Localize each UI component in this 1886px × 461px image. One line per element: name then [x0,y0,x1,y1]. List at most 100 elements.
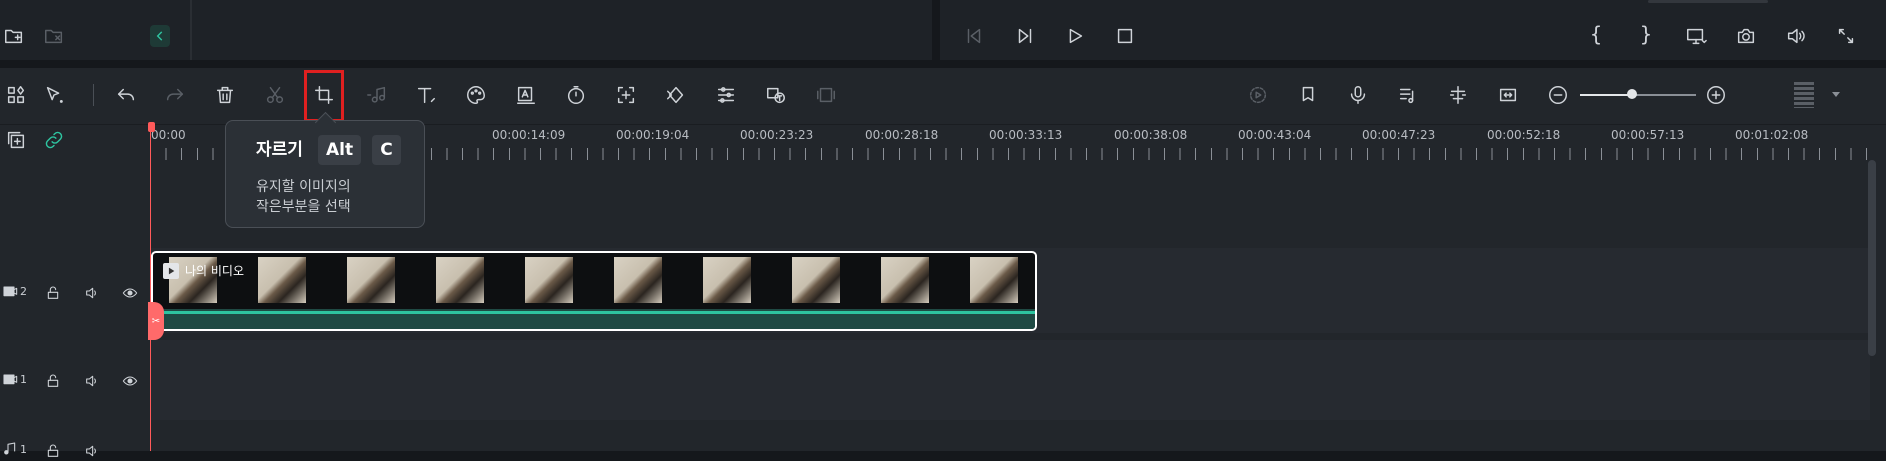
ruler-time-label: 00:00:14:09 [492,128,566,142]
ruler-time-label: 00:00:33:13 [989,128,1063,142]
fit-timeline-icon[interactable] [1496,83,1520,107]
ruler-time-label: 00:00:43:04 [1238,128,1312,142]
color-palette-icon[interactable] [464,83,488,107]
ruler-time-label: 00:00:19:04 [616,128,690,142]
clip-thumbnail [703,257,751,303]
text-icon[interactable] [414,83,438,107]
keyframe-icon[interactable] [664,83,688,107]
film-strip-icon[interactable] [814,83,838,107]
track-volume-icon[interactable] [82,371,102,391]
undo-icon[interactable] [114,83,138,107]
clip-thumbnail [614,257,662,303]
video-track-icon [0,369,20,389]
more-options-chevron-icon[interactable] [1832,92,1840,97]
play-icon[interactable] [1063,24,1087,48]
vertical-scrollbar[interactable] [1868,160,1876,356]
crop-icon[interactable] [312,83,336,107]
playhead-handle[interactable] [148,122,155,132]
ruler-time-label: 00:01:02:08 [1735,128,1809,142]
ruler-time-label: 00:00 [151,128,186,142]
track-row-video-1 [150,340,1870,420]
ruler-time-label: 00:00:23:23 [740,128,814,142]
zoom-in-icon[interactable] [1704,83,1728,107]
ruler-time-label: 00:00:28:18 [865,128,939,142]
split-scissors-icon[interactable] [263,83,287,107]
remove-folder-icon[interactable] [42,24,66,48]
fullscreen-icon[interactable] [1834,24,1858,48]
track-number: 1 [20,373,27,386]
microphone-icon[interactable] [1346,83,1370,107]
layout-icon[interactable] [4,83,28,107]
clip-play-icon [163,263,179,279]
select-tool-icon[interactable] [42,83,66,107]
lock-icon[interactable] [43,441,63,461]
audio-track-icon [0,439,20,459]
ai-text-icon[interactable] [514,83,538,107]
delete-icon[interactable] [213,83,237,107]
ruler-time-label: 00:00:57:13 [1611,128,1685,142]
eye-icon[interactable] [120,371,140,391]
add-frame-icon[interactable] [614,83,638,107]
add-track-icon[interactable] [4,128,28,152]
ruler-time-label: 00:00:47:23 [1362,128,1436,142]
display-settings-icon[interactable] [1684,24,1708,48]
snapshot-camera-icon[interactable] [1734,24,1758,48]
video-track-icon [0,281,20,301]
render-preview-icon[interactable] [1246,83,1270,107]
collapse-panel-button[interactable] [150,25,170,47]
next-frame-icon[interactable] [1013,24,1037,48]
zoom-slider-fill [1580,94,1632,96]
playhead-line[interactable] [150,124,151,451]
media-panel-header [0,0,932,60]
mark-out-icon[interactable]: } [1634,22,1658,46]
previous-frame-icon[interactable] [962,24,986,48]
crop-tooltip: 자르기 Alt C 유지할 이미지의 작은부분을 선택 [225,120,425,228]
redo-icon[interactable] [163,83,187,107]
mark-in-icon[interactable]: { [1584,22,1608,46]
snap-icon[interactable] [1446,83,1470,107]
adjust-sliders-icon[interactable] [714,83,738,107]
grid-view-icon[interactable] [1794,82,1814,108]
clip-thumbnail [792,257,840,303]
zoom-out-icon[interactable] [1546,83,1570,107]
toolbar-divider [93,84,94,106]
clip-label: 나의 비디오 [185,264,245,278]
shortcut-key-alt: Alt [318,135,362,165]
speech-to-text-icon[interactable] [764,83,788,107]
track-number: 2 [20,285,27,298]
tooltip-description: 유지할 이미지의 작은부분을 선택 [256,177,351,217]
audio-icon[interactable] [365,83,389,107]
tooltip-description-line-1: 유지할 이미지의 [256,179,351,195]
track-volume-icon[interactable] [82,283,102,303]
track-number: 1 [20,443,27,456]
panel-divider [190,0,192,60]
clip-thumbnail [970,257,1018,303]
clip-thumbnail [258,257,306,303]
clip-thumbnail [525,257,573,303]
lock-icon[interactable] [43,283,63,303]
trim-scissors-handle[interactable]: ✂ [148,302,164,340]
tooltip-description-line-2: 작은부분을 선택 [256,199,351,215]
clip-thumbnail-strip [153,253,1035,309]
video-clip[interactable]: 나의 비디오 [151,251,1037,331]
lock-icon[interactable] [43,371,63,391]
menu-tab-stub [1648,0,1768,3]
ruler-time-label: 00:00:52:18 [1487,128,1561,142]
clip-thumbnail [881,257,929,303]
clip-audio-line [153,311,1035,314]
link-icon[interactable] [42,128,66,152]
shortcut-key-c: C [372,135,401,165]
zoom-slider-handle[interactable] [1627,89,1637,99]
volume-icon[interactable] [1784,24,1808,48]
track-volume-icon[interactable] [82,441,102,461]
stop-icon[interactable] [1113,24,1137,48]
marker-icon[interactable] [1296,83,1320,107]
ruler-time-label: 00:00:38:08 [1114,128,1188,142]
speed-timer-icon[interactable] [564,83,588,107]
tooltip-title: 자르기 [256,140,303,160]
eye-icon[interactable] [120,283,140,303]
audio-mixer-icon[interactable] [1396,83,1420,107]
clip-thumbnail [436,257,484,303]
clip-thumbnail [347,257,395,303]
new-folder-icon[interactable] [2,24,26,48]
